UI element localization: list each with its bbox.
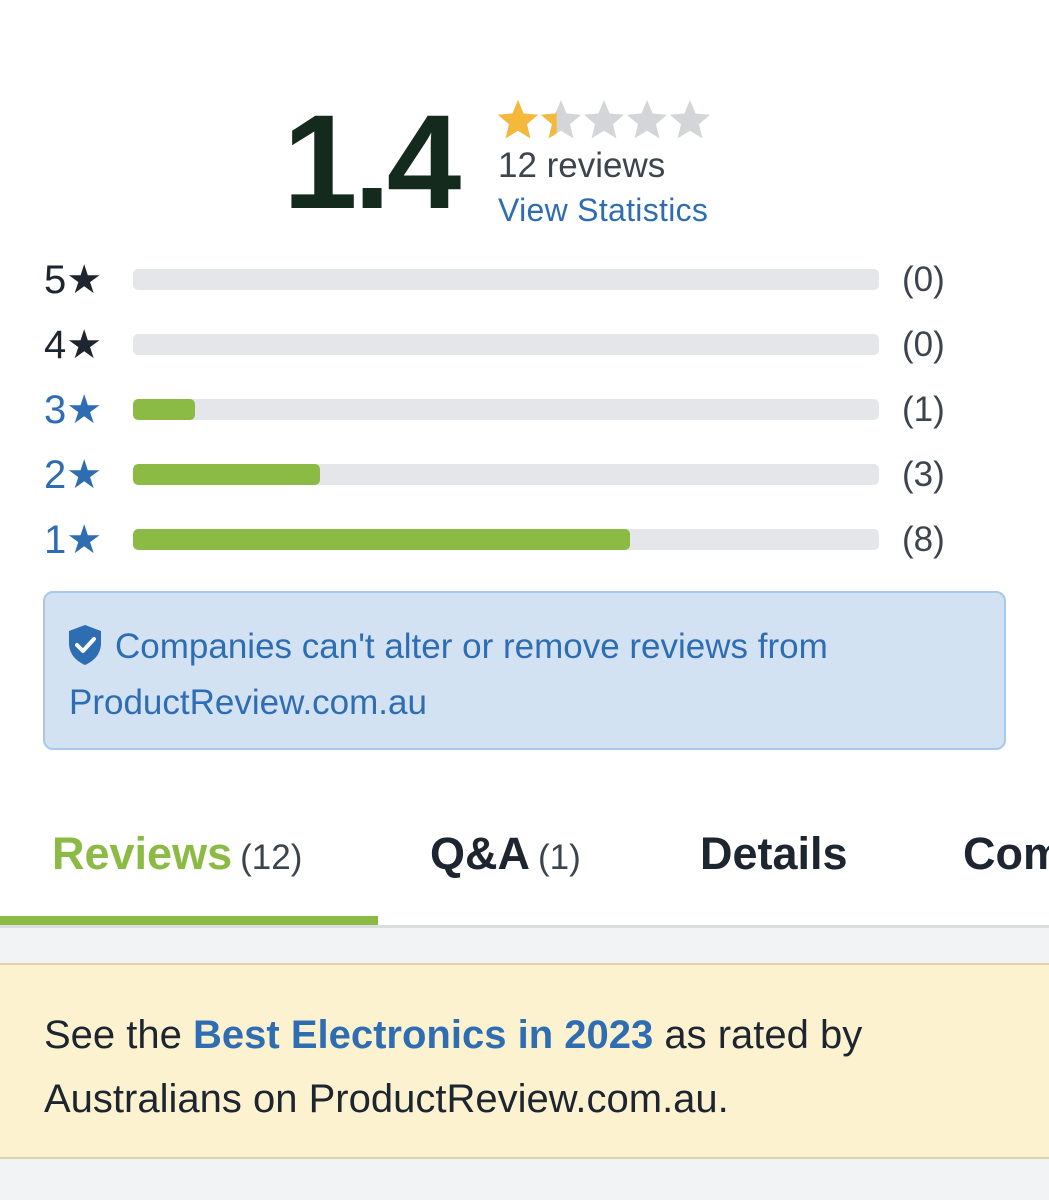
histogram-count: (0)	[902, 325, 945, 364]
tab-bar: Reviews (12) Q&A (1) Details Com	[0, 800, 1049, 928]
rating-summary: 1.4 12 reviews View Statistics	[0, 0, 1049, 240]
histogram-bar-track[interactable]	[133, 399, 879, 420]
banner-prefix: See the	[44, 1013, 194, 1057]
review-count: 12 reviews	[498, 146, 666, 185]
star-rating	[496, 98, 716, 146]
histogram-count: (8)	[902, 520, 945, 559]
histogram-bar-track	[133, 334, 879, 355]
active-tab-indicator	[0, 916, 378, 925]
view-statistics-link[interactable]: View Statistics	[498, 192, 708, 229]
histogram-count: (0)	[902, 260, 945, 299]
best-of-banner: See the Best Electronics in 2023 as rate…	[0, 963, 1049, 1159]
best-electronics-link[interactable]: Best Electronics in 2023	[193, 1013, 653, 1057]
star-icon	[498, 100, 538, 139]
star-icon	[670, 100, 710, 139]
tab-label: Reviews	[52, 828, 233, 879]
tab-label: Com	[963, 828, 1049, 879]
star-icon	[627, 100, 667, 139]
histogram-label[interactable]: 2★	[44, 450, 102, 500]
histogram-label[interactable]: 3★	[44, 385, 102, 435]
product-review-page: 1.4 12 reviews View Statistics 5★ (0) 4★…	[0, 0, 1049, 1200]
histogram-row-2[interactable]: 2★ (3)	[0, 450, 1049, 500]
tab-qa[interactable]: Q&A (1)	[430, 828, 581, 888]
histogram-bar-fill	[133, 399, 196, 420]
histogram-row-4: 4★ (0)	[0, 320, 1049, 370]
histogram-bar-track[interactable]	[133, 464, 879, 485]
tab-count: (1)	[538, 838, 581, 877]
tab-compare[interactable]: Com	[963, 828, 1049, 888]
histogram-row-1[interactable]: 1★ (8)	[0, 515, 1049, 565]
trust-notice: Companies can't alter or remove reviews …	[43, 591, 1006, 750]
average-score: 1.4	[283, 88, 461, 237]
histogram-row-5: 5★ (0)	[0, 255, 1049, 305]
histogram-bar-fill	[133, 464, 320, 485]
tab-details[interactable]: Details	[700, 828, 848, 888]
tab-count: (12)	[240, 838, 303, 877]
section-gap	[0, 1159, 1049, 1200]
histogram-row-3[interactable]: 3★ (1)	[0, 385, 1049, 435]
trust-notice-text: Companies can't alter or remove reviews …	[69, 627, 828, 722]
tab-reviews[interactable]: Reviews (12)	[52, 828, 302, 888]
histogram-label: 5★	[44, 258, 103, 302]
histogram-label: 4★	[44, 323, 103, 367]
tab-label: Details	[700, 828, 848, 879]
star-icon	[541, 100, 581, 139]
histogram-count: (3)	[902, 455, 945, 494]
histogram-bar-track	[133, 269, 879, 290]
tab-label: Q&A	[430, 828, 530, 879]
banner-text: See the Best Electronics in 2023 as rate…	[44, 1003, 1004, 1131]
star-icon	[584, 100, 624, 139]
histogram-bar-track[interactable]	[133, 529, 879, 550]
histogram-count: (1)	[902, 390, 945, 429]
histogram-bar-fill	[133, 529, 631, 550]
section-gap	[0, 928, 1049, 963]
histogram-label[interactable]: 1★	[44, 515, 102, 565]
